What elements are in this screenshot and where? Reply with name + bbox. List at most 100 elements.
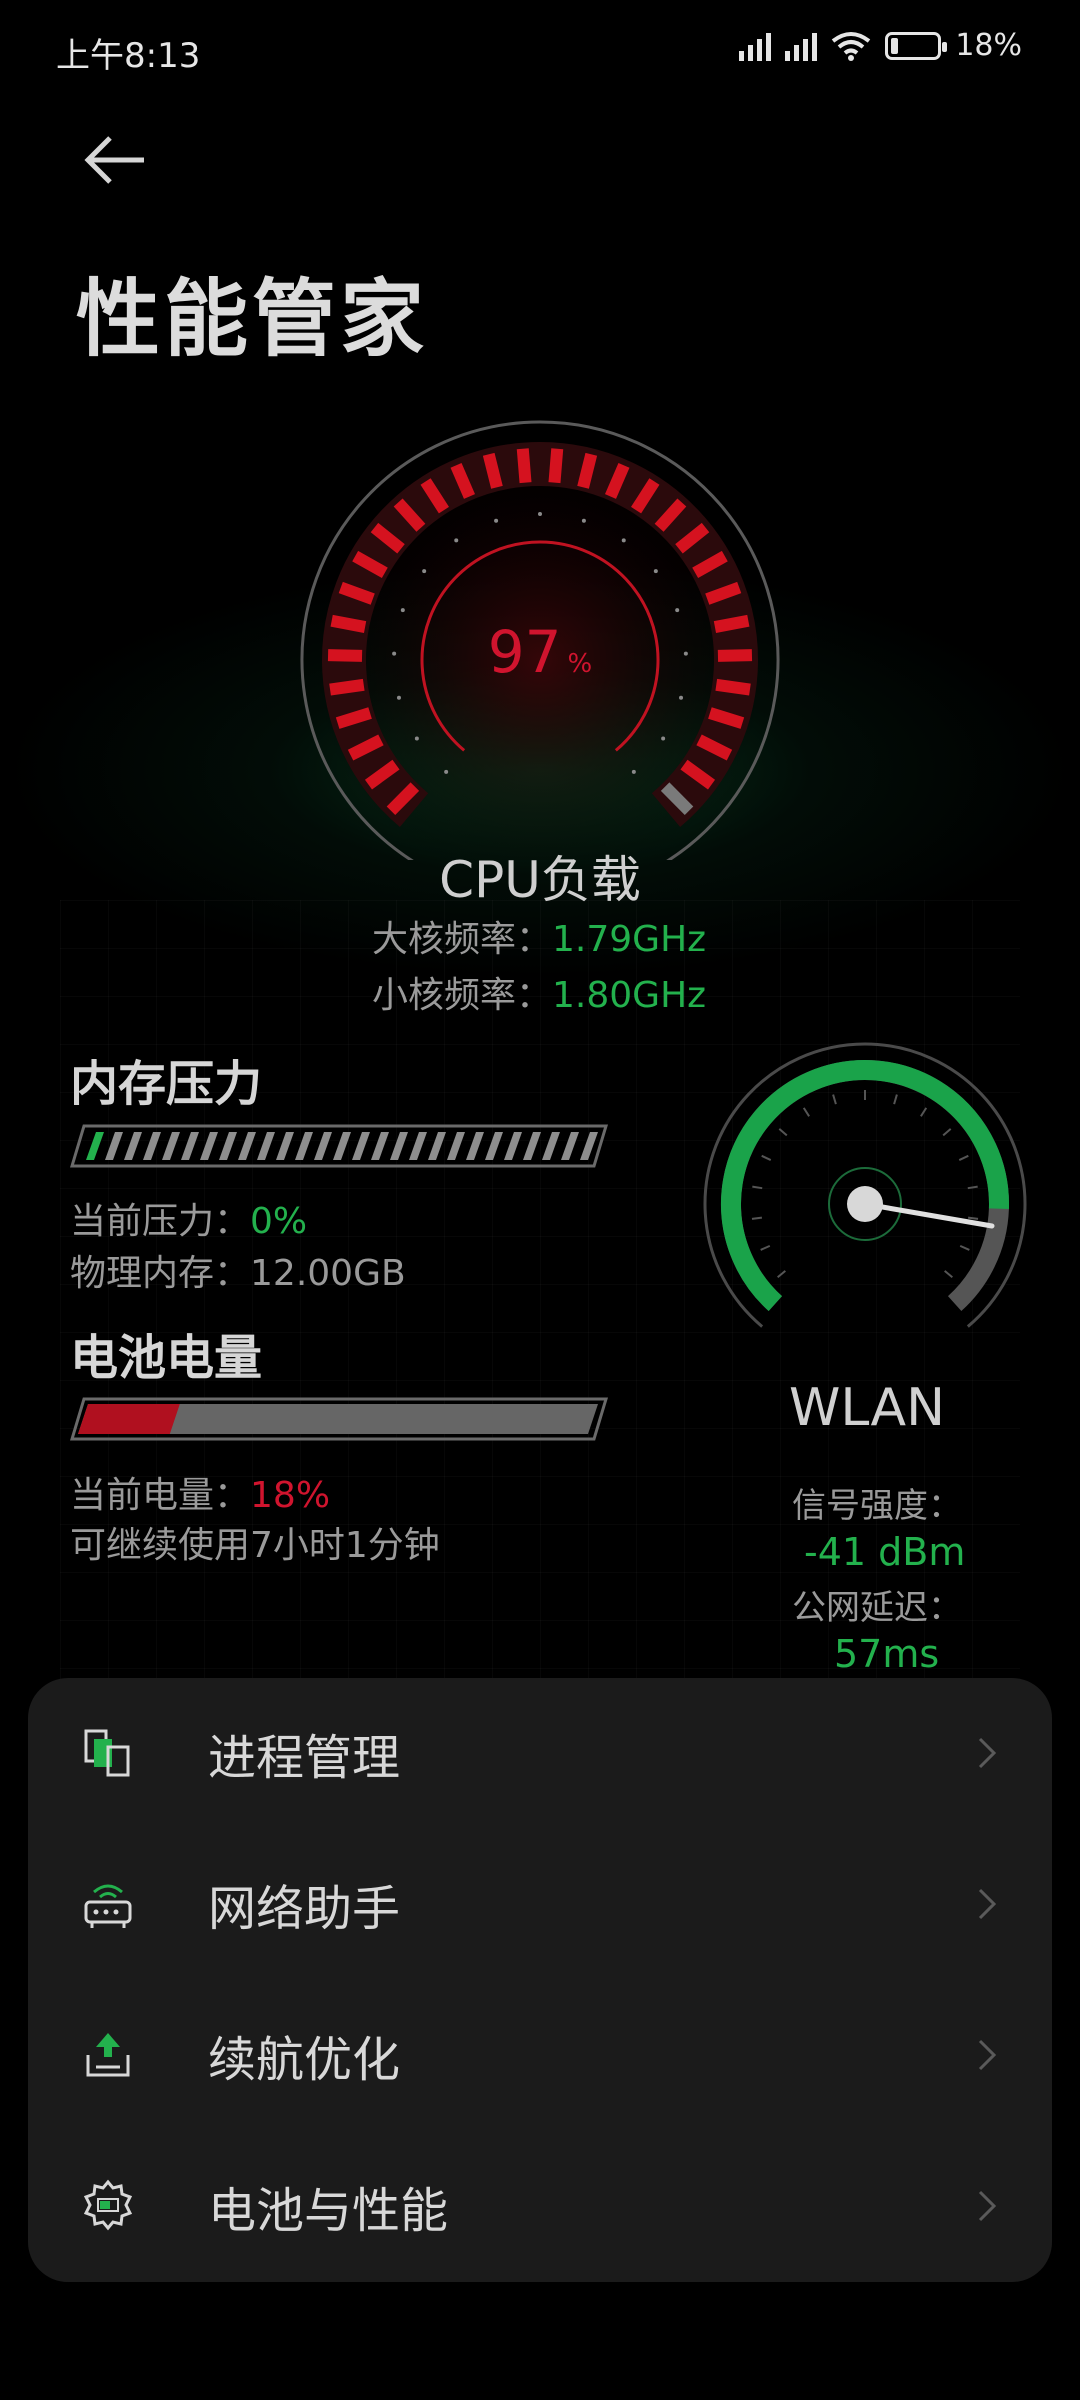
cpu-dial-dot	[444, 769, 449, 774]
memory-bar-stripe	[447, 1132, 465, 1160]
cpu-segment	[327, 649, 363, 662]
cpu-dial-dot	[414, 736, 419, 741]
big-core-label: 大核频率：	[372, 919, 553, 960]
memory-pressure-value: 0%	[250, 1201, 308, 1242]
memory-bar-stripe	[333, 1132, 351, 1160]
memory-bar-stripe	[580, 1132, 598, 1160]
cpu-dial-dot	[422, 569, 427, 574]
menu-item-battery-performance[interactable]: 电池与性能	[28, 2131, 1052, 2281]
chevron-right-icon	[978, 2039, 997, 2071]
big-core-frequency: 大核频率：1.79GHz	[372, 910, 706, 962]
wlan-tick	[777, 1270, 786, 1279]
memory-bar-stripe	[466, 1132, 484, 1160]
memory-bar-stripe	[238, 1132, 256, 1160]
menu-label-battery-performance: 电池与性能	[208, 2183, 449, 2239]
memory-pressure-bar	[70, 1124, 609, 1168]
wlan-signal-label: 信号强度：	[792, 1486, 962, 1526]
battery-level-bar	[70, 1397, 609, 1441]
memory-bar-stripe	[561, 1132, 579, 1160]
menu-item-endurance-optimization[interactable]: 续航优化	[28, 1980, 1052, 2130]
battery-title: 电池电量	[70, 1330, 263, 1386]
menu-item-process-management[interactable]: 进程管理	[28, 1678, 1052, 1828]
small-core-frequency: 小核频率：1.80GHz	[372, 966, 706, 1018]
cpu-dial-dot	[653, 569, 658, 574]
menu-label-network-assistant: 网络助手	[208, 1881, 401, 1937]
memory-bar-stripe	[105, 1132, 123, 1160]
menu-label-endurance-optimization: 续航优化	[208, 2032, 401, 2088]
menu-label-process-management: 进程管理	[208, 1730, 401, 1786]
battery-level: 当前电量：18%	[70, 1466, 330, 1518]
cellular-signal-icon-2	[785, 31, 818, 61]
cpu-load-value: 97	[488, 618, 562, 686]
wlan-latency-value: 57ms	[834, 1632, 940, 1676]
wlan-tick	[760, 1244, 771, 1251]
cpu-dial-dot	[392, 651, 397, 656]
wlan-tick	[959, 1244, 970, 1251]
wlan-tick	[958, 1154, 969, 1161]
router-icon	[84, 1884, 132, 1928]
cpu-dial-dot	[400, 608, 405, 613]
small-core-label: 小核频率：	[372, 975, 553, 1016]
physical-memory-label: 物理内存：	[70, 1253, 251, 1294]
battery-icon	[885, 31, 948, 60]
physical-memory: 物理内存：12.00GB	[70, 1244, 406, 1296]
page-title: 性能管家	[76, 270, 429, 368]
memory-bar-stripe	[390, 1132, 408, 1160]
battery-level-value: 18%	[250, 1475, 331, 1516]
cpu-segment	[715, 678, 751, 696]
cpu-dial-dot	[621, 538, 626, 543]
wlan-latency-label: 公网延迟：	[792, 1588, 962, 1628]
wlan-ticks	[751, 1090, 979, 1279]
memory-bar-stripe	[371, 1132, 389, 1160]
memory-title: 内存压力	[70, 1056, 263, 1112]
wlan-tick	[778, 1128, 788, 1137]
chevron-right-icon	[978, 1737, 997, 1769]
cpu-segment	[548, 448, 564, 484]
wifi-icon	[832, 31, 871, 61]
chevron-right-icon	[978, 1888, 997, 1920]
memory-pressure-label: 当前压力：	[70, 1201, 251, 1242]
memory-bar-stripe	[542, 1132, 560, 1160]
status-time: 上午8:13	[56, 36, 201, 76]
cpu-dial-dot	[631, 769, 636, 774]
memory-pressure: 当前压力：0%	[70, 1192, 307, 1244]
status-battery-text: 18%	[955, 28, 1022, 63]
cpu-load-unit: %	[568, 649, 593, 679]
cpu-dial-dot	[454, 538, 459, 543]
memory-bar-stripe	[523, 1132, 541, 1160]
cpu-segment	[516, 448, 532, 484]
memory-bar-stripe	[314, 1132, 332, 1160]
memory-bar-stripe	[428, 1132, 446, 1160]
small-core-value: 1.80GHz	[552, 975, 707, 1016]
cpu-dial-dot	[494, 518, 499, 523]
memory-bar-stripe	[352, 1132, 370, 1160]
memory-bar-stripe	[124, 1132, 142, 1160]
battery-remaining-time: 可继续使用7小时1分钟	[70, 1525, 440, 1566]
physical-memory-value: 12.00GB	[250, 1253, 406, 1294]
memory-bar-stripe	[409, 1132, 427, 1160]
memory-bar-stripe	[257, 1132, 275, 1160]
wlan-tick	[944, 1270, 953, 1279]
back-button[interactable]	[70, 120, 160, 210]
wlan-tick	[832, 1094, 837, 1105]
battery-upload-icon	[86, 2033, 130, 2077]
menu-item-network-assistant[interactable]: 网络助手	[28, 1829, 1052, 1979]
cpu-segment	[717, 649, 753, 662]
memory-bar-stripe	[219, 1132, 237, 1160]
back-arrow-icon	[84, 136, 144, 184]
status-bar: 上午8:13 18%	[0, 0, 1080, 100]
memory-bar-stripe	[162, 1132, 180, 1160]
wlan-tick	[761, 1154, 772, 1161]
cpu-load-title: CPU负载	[439, 851, 641, 909]
wlan-tick	[920, 1107, 928, 1117]
memory-bar-stripe	[143, 1132, 161, 1160]
wlan-needle-hub	[847, 1186, 883, 1222]
memory-bar-stripe	[181, 1132, 199, 1160]
wlan-tick	[967, 1185, 978, 1190]
wlan-tick	[802, 1107, 810, 1117]
cpu-segment	[713, 614, 750, 633]
cpu-segment	[482, 452, 503, 489]
cpu-dial-dot	[679, 695, 684, 700]
memory-bar-stripe	[504, 1132, 522, 1160]
chevron-right-icon	[978, 2190, 997, 2222]
